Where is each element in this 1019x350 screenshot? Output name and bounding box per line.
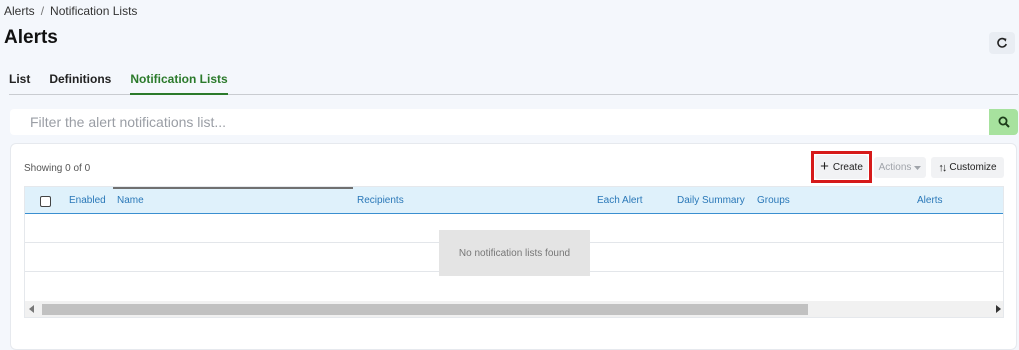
customize-label: Customize xyxy=(949,162,997,173)
refresh-button[interactable] xyxy=(989,32,1015,54)
actions-dropdown[interactable]: Actions xyxy=(874,157,926,178)
scrollbar-thumb[interactable] xyxy=(42,304,808,315)
page-title: Alerts xyxy=(4,27,58,48)
actions-label: Actions xyxy=(878,162,912,173)
column-resize-indicator[interactable] xyxy=(113,187,353,189)
breadcrumb-separator: / xyxy=(40,4,45,18)
breadcrumb-alerts-link[interactable]: Alerts xyxy=(4,4,35,18)
notification-lists-card: Showing 0 of 0 + Create Actions ↑↓ Custo… xyxy=(10,143,1017,350)
customize-button[interactable]: ↑↓ Customize xyxy=(931,157,1004,178)
tab-bar: List Definitions Notification Lists xyxy=(9,68,1018,95)
breadcrumb: Alerts / Notification Lists xyxy=(4,4,137,18)
create-button[interactable]: + Create xyxy=(815,155,868,179)
search-icon xyxy=(998,116,1010,128)
scroll-right-icon[interactable] xyxy=(996,305,1001,313)
tab-notification-lists[interactable]: Notification Lists xyxy=(130,68,228,95)
column-header-each-alert[interactable]: Each Alert xyxy=(597,195,643,206)
column-header-recipients[interactable]: Recipients xyxy=(357,195,404,206)
select-all-checkbox[interactable] xyxy=(40,196,51,207)
filter-input[interactable] xyxy=(10,109,989,135)
column-header-name[interactable]: Name xyxy=(117,195,144,206)
column-header-groups[interactable]: Groups xyxy=(757,195,790,206)
sort-arrows-icon: ↑↓ xyxy=(938,161,947,174)
create-label: Create xyxy=(832,161,863,173)
refresh-icon xyxy=(997,37,1007,48)
filter-bar xyxy=(10,109,1018,135)
showing-count: Showing 0 of 0 xyxy=(24,163,91,174)
empty-state-message: No notification lists found xyxy=(439,230,590,276)
scroll-left-icon[interactable] xyxy=(29,305,34,313)
caret-down-icon xyxy=(914,165,922,170)
column-header-alerts[interactable]: Alerts xyxy=(917,195,943,206)
grid-header: Enabled Name Recipients Each Alert Daily… xyxy=(25,187,1003,214)
tab-list[interactable]: List xyxy=(9,68,30,95)
tab-definitions[interactable]: Definitions xyxy=(49,68,111,95)
notification-lists-grid: Enabled Name Recipients Each Alert Daily… xyxy=(24,186,1004,318)
column-header-daily-summary[interactable]: Daily Summary xyxy=(677,195,745,206)
column-header-enabled[interactable]: Enabled xyxy=(69,195,106,206)
breadcrumb-current: Notification Lists xyxy=(50,4,138,18)
search-button[interactable] xyxy=(989,109,1018,135)
horizontal-scrollbar[interactable] xyxy=(25,301,1003,317)
plus-icon: + xyxy=(820,158,829,175)
